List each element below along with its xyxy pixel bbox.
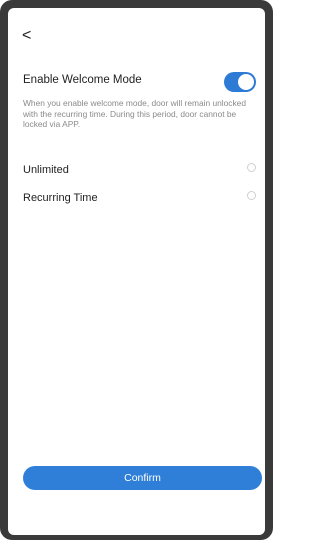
welcome-mode-toggle[interactable] [224, 72, 256, 92]
screen: < Enable Welcome Mode When you enable we… [8, 8, 265, 535]
option-unlimited[interactable]: Unlimited [23, 160, 256, 176]
option-unlimited-radio[interactable] [247, 163, 256, 172]
toggle-knob [238, 74, 254, 90]
option-recurring-time-radio[interactable] [247, 191, 256, 200]
back-button[interactable]: < [22, 28, 31, 44]
welcome-mode-description: When you enable welcome mode, door will … [23, 98, 246, 129]
option-recurring-time-label: Recurring Time [23, 192, 98, 204]
chevron-left-icon: < [22, 27, 32, 44]
confirm-button[interactable]: Confirm [23, 466, 262, 490]
option-unlimited-label: Unlimited [23, 164, 69, 176]
option-recurring-time[interactable]: Recurring Time [23, 188, 256, 204]
welcome-mode-title: Enable Welcome Mode [23, 74, 142, 86]
device-frame: < Enable Welcome Mode When you enable we… [0, 0, 273, 540]
